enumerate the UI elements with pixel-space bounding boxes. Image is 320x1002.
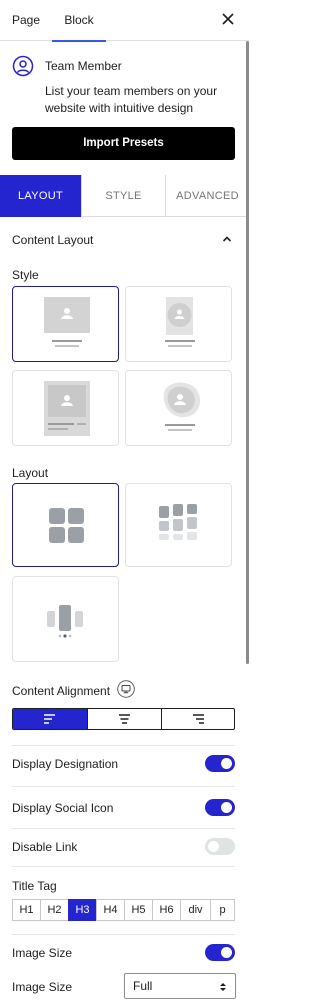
- select-caret-icon: [220, 983, 226, 991]
- grid-layout-icon: [49, 508, 84, 543]
- style-round-preview-icon: [165, 297, 195, 347]
- style-framed-preview-icon: [44, 381, 90, 436]
- title-tag-label: Title Tag: [12, 879, 57, 893]
- divider: [12, 934, 235, 935]
- display-designation-toggle[interactable]: [205, 755, 235, 772]
- alignment-button-group: [12, 708, 235, 730]
- toggle-knob: [208, 841, 219, 852]
- image-size-select[interactable]: Full: [124, 973, 236, 999]
- divider: [12, 866, 235, 867]
- block-title: Team Member: [45, 59, 122, 73]
- toggle-knob: [221, 758, 232, 769]
- image-size-toggle[interactable]: [205, 944, 235, 961]
- image-size-toggle-label: Image Size: [12, 946, 73, 960]
- toggle-knob: [221, 802, 232, 813]
- align-right-icon: [193, 714, 204, 724]
- import-presets-button[interactable]: Import Presets: [12, 127, 235, 160]
- title-tag-h6[interactable]: H6: [152, 899, 181, 921]
- content-alignment-label: Content Alignment: [12, 684, 111, 698]
- style-card-preview-icon: [44, 297, 90, 347]
- title-tag-div[interactable]: div: [180, 899, 211, 921]
- title-tag-h1[interactable]: H1: [12, 899, 41, 921]
- inspector-tabs: LAYOUT STYLE ADVANCED: [0, 175, 249, 217]
- content-layout-panel-toggle[interactable]: Content Layout: [12, 233, 236, 247]
- title-tag-h4[interactable]: H4: [96, 899, 125, 921]
- align-left-icon: [44, 714, 55, 724]
- style-option-3[interactable]: [12, 370, 119, 446]
- style-blob-preview-icon: [163, 382, 201, 431]
- block-description: List your team members on your website w…: [45, 84, 218, 115]
- title-tag-button-group: H1 H2 H3 H4 H5 H6 div p: [12, 899, 235, 921]
- divider: [12, 828, 235, 829]
- style-option-1[interactable]: [12, 286, 119, 362]
- divider: [12, 786, 235, 787]
- display-social-icon-toggle[interactable]: [205, 799, 235, 816]
- content-layout-heading: Content Layout: [12, 233, 94, 247]
- align-center-button[interactable]: [87, 709, 161, 729]
- close-icon[interactable]: [221, 12, 235, 26]
- title-tag-h5[interactable]: H5: [124, 899, 153, 921]
- align-left-button[interactable]: [13, 709, 87, 729]
- tab-advanced[interactable]: ADVANCED: [165, 175, 249, 217]
- tab-layout[interactable]: LAYOUT: [0, 175, 81, 217]
- active-tab-indicator: [52, 40, 106, 42]
- tab-block[interactable]: Block: [52, 0, 106, 42]
- display-designation-label: Display Designation: [12, 757, 119, 771]
- toggle-knob: [221, 947, 232, 958]
- style-option-2[interactable]: [125, 286, 232, 362]
- team-member-icon: [12, 55, 34, 77]
- title-tag-p[interactable]: p: [210, 899, 235, 921]
- slider-layout-icon: [47, 605, 83, 638]
- tab-page[interactable]: Page: [12, 0, 40, 41]
- layout-option-slider[interactable]: [12, 576, 119, 662]
- style-option-4[interactable]: [125, 370, 232, 446]
- image-size-label: Image Size: [12, 980, 73, 994]
- disable-link-toggle[interactable]: [205, 838, 235, 855]
- layout-option-masonry[interactable]: [125, 483, 232, 567]
- disable-link-label: Disable Link: [12, 840, 78, 854]
- display-social-icon-label: Display Social Icon: [12, 801, 114, 815]
- align-right-button[interactable]: [161, 709, 234, 729]
- image-size-value: Full: [133, 979, 153, 993]
- layout-label: Layout: [12, 466, 49, 480]
- title-tag-h3[interactable]: H3: [68, 899, 97, 921]
- align-center-icon: [119, 714, 130, 724]
- layout-option-grid[interactable]: [12, 483, 119, 567]
- chevron-up-icon: [222, 236, 232, 242]
- style-label: Style: [12, 268, 39, 282]
- tab-style[interactable]: STYLE: [81, 175, 165, 217]
- masonry-layout-icon: [159, 504, 197, 540]
- tab-block-label: Block: [64, 13, 94, 27]
- sidebar-header: Page Block: [0, 0, 249, 42]
- scrollbar[interactable]: [246, 41, 249, 664]
- title-tag-h2[interactable]: H2: [40, 899, 69, 921]
- desktop-device-icon[interactable]: [117, 680, 135, 698]
- divider: [12, 745, 235, 746]
